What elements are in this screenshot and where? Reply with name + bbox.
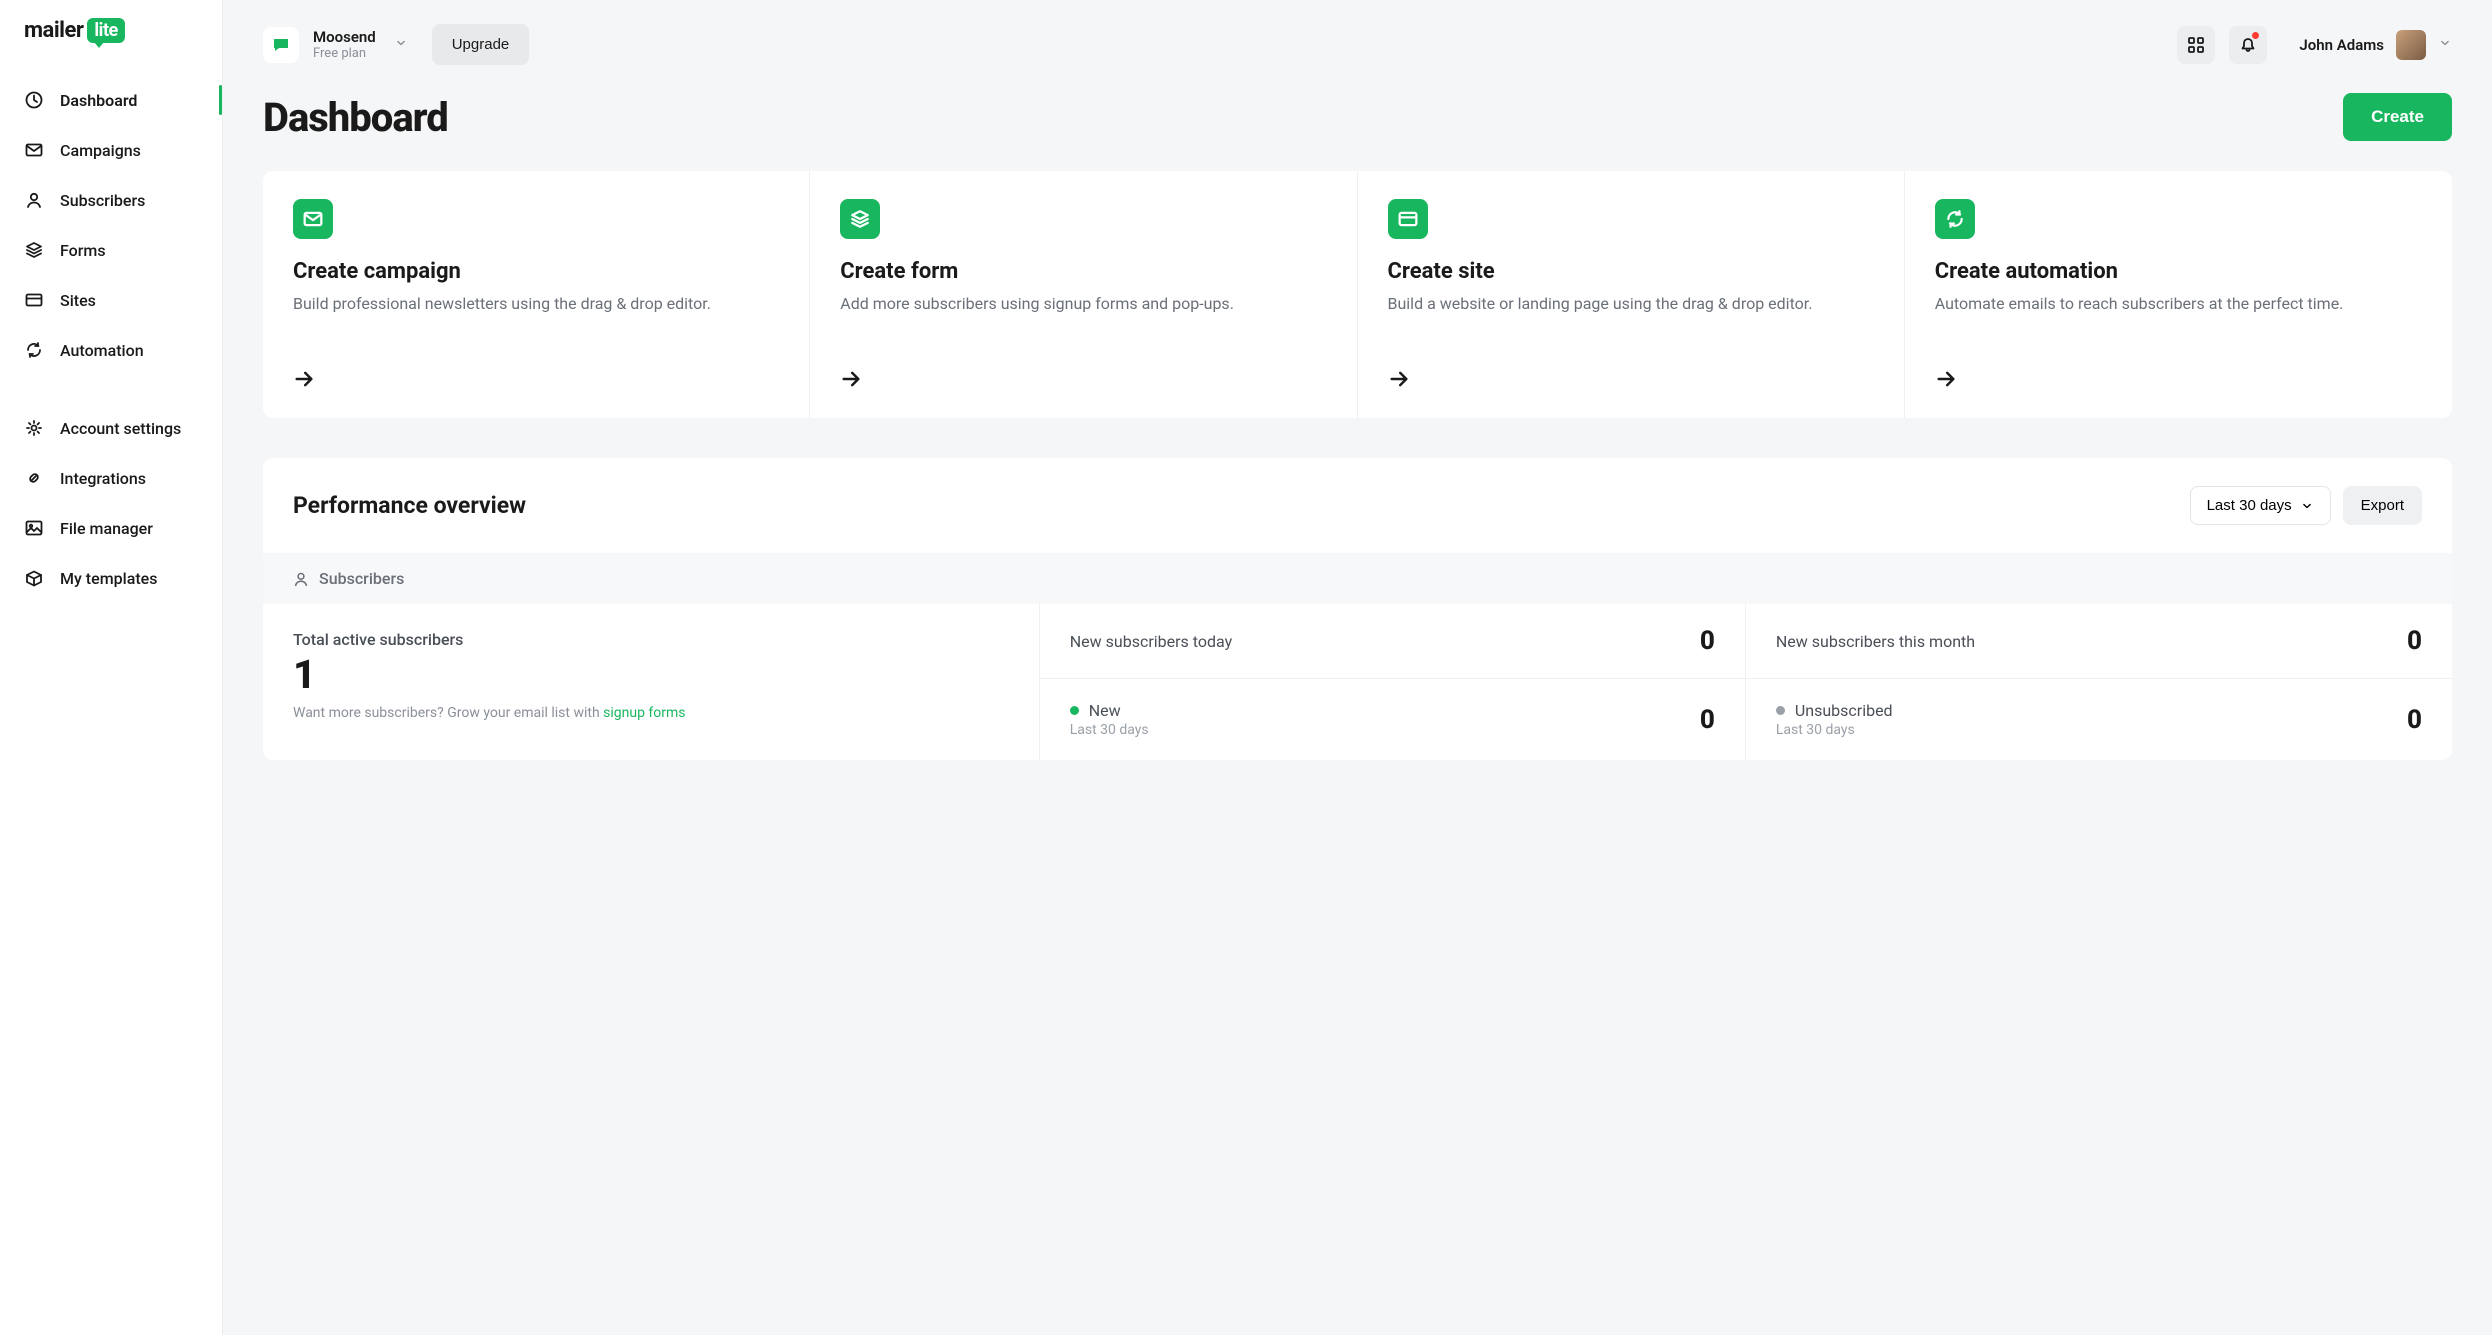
sidebar: mailerlite Dashboard Campaigns Subscribers… bbox=[0, 0, 223, 1335]
export-button[interactable]: Export bbox=[2343, 486, 2422, 525]
card-icon bbox=[24, 290, 44, 310]
card-create-campaign[interactable]: Create campaign Build professional newsle… bbox=[263, 171, 810, 418]
sidebar-item-label: Automation bbox=[60, 341, 144, 360]
stat-new: New Last 30 days 0 bbox=[1040, 679, 1746, 760]
dot-gray-icon bbox=[1776, 706, 1785, 715]
card-create-automation[interactable]: Create automation Automate emails to reac… bbox=[1905, 171, 2452, 418]
layers-icon bbox=[840, 199, 880, 239]
logo[interactable]: mailerlite bbox=[0, 18, 222, 75]
sidebar-item-label: Dashboard bbox=[60, 91, 137, 110]
signup-forms-link[interactable]: signup forms bbox=[603, 705, 685, 721]
image-icon bbox=[24, 518, 44, 538]
card-create-site[interactable]: Create site Build a website or landing pa… bbox=[1358, 171, 1905, 418]
user-icon bbox=[24, 190, 44, 210]
account-name: Moosend bbox=[313, 28, 376, 46]
layers-icon bbox=[24, 240, 44, 260]
upgrade-button[interactable]: Upgrade bbox=[432, 24, 530, 65]
card-title: Create site bbox=[1388, 259, 1874, 284]
performance-title: Performance overview bbox=[293, 492, 526, 519]
card-desc: Build professional newsletters using the… bbox=[293, 292, 779, 340]
arrow-right-icon bbox=[1935, 368, 2422, 394]
account-plan: Free plan bbox=[313, 46, 376, 62]
perf-section-label: Subscribers bbox=[319, 569, 404, 588]
card-title: Create automation bbox=[1935, 259, 2422, 284]
nav-primary: Dashboard Campaigns Subscribers Forms Sites A… bbox=[0, 75, 222, 375]
total-hint: Want more subscribers? Grow your email l… bbox=[293, 705, 1009, 721]
card-desc: Build a website or landing page using th… bbox=[1388, 292, 1874, 340]
create-button[interactable]: Create bbox=[2343, 93, 2452, 141]
account-switcher[interactable]: Moosend Free plan bbox=[313, 28, 376, 62]
apps-button[interactable] bbox=[2177, 26, 2215, 64]
sidebar-item-forms[interactable]: Forms bbox=[0, 225, 222, 275]
arrow-right-icon bbox=[293, 368, 779, 394]
logo-text: mailer bbox=[24, 18, 83, 43]
card-create-form[interactable]: Create form Add more subscribers using si… bbox=[810, 171, 1357, 418]
sidebar-item-my-templates[interactable]: My templates bbox=[0, 553, 222, 603]
date-range-selector[interactable]: Last 30 days bbox=[2190, 486, 2331, 525]
mail-icon bbox=[24, 140, 44, 160]
stat-unsubscribed: Unsubscribed Last 30 days 0 bbox=[1746, 679, 2452, 760]
chevron-down-icon[interactable] bbox=[394, 35, 408, 54]
sidebar-item-label: Account settings bbox=[60, 419, 181, 438]
arrow-right-icon bbox=[840, 368, 1326, 394]
link-icon bbox=[24, 468, 44, 488]
quick-actions: Create campaign Build professional newsle… bbox=[263, 171, 2452, 418]
sidebar-item-account-settings[interactable]: Account settings bbox=[0, 403, 222, 453]
sidebar-item-label: My templates bbox=[60, 569, 157, 588]
total-label: Total active subscribers bbox=[293, 630, 1009, 649]
performance-overview: Performance overview Last 30 days Export… bbox=[263, 458, 2452, 760]
main: Moosend Free plan Upgrade John Adams Das… bbox=[223, 0, 2492, 1335]
logo-suffix: lite bbox=[87, 18, 124, 43]
total-value: 1 bbox=[293, 655, 1009, 695]
sidebar-item-label: Subscribers bbox=[60, 191, 145, 210]
sidebar-item-file-manager[interactable]: File manager bbox=[0, 503, 222, 553]
user-menu[interactable]: John Adams bbox=[2299, 30, 2452, 60]
refresh-icon bbox=[24, 340, 44, 360]
sidebar-item-sites[interactable]: Sites bbox=[0, 275, 222, 325]
sidebar-item-automation[interactable]: Automation bbox=[0, 325, 222, 375]
sidebar-item-label: File manager bbox=[60, 519, 153, 538]
mail-icon bbox=[293, 199, 333, 239]
card-icon bbox=[1388, 199, 1428, 239]
page-title: Dashboard bbox=[263, 94, 448, 141]
card-title: Create form bbox=[840, 259, 1326, 284]
notification-dot bbox=[2252, 32, 2259, 39]
account-chip-icon[interactable] bbox=[263, 27, 299, 63]
sidebar-item-subscribers[interactable]: Subscribers bbox=[0, 175, 222, 225]
sidebar-item-campaigns[interactable]: Campaigns bbox=[0, 125, 222, 175]
clock-icon bbox=[24, 90, 44, 110]
perf-section-header: Subscribers bbox=[263, 553, 2452, 604]
chevron-down-icon bbox=[2438, 35, 2452, 54]
sidebar-item-dashboard[interactable]: Dashboard bbox=[0, 75, 222, 125]
sidebar-item-label: Campaigns bbox=[60, 141, 141, 160]
sidebar-item-integrations[interactable]: Integrations bbox=[0, 453, 222, 503]
card-desc: Automate emails to reach subscribers at … bbox=[1935, 292, 2422, 340]
stat-new-month: New subscribers this month 0 bbox=[1746, 604, 2452, 679]
nav-secondary: Account settings Integrations File manager… bbox=[0, 403, 222, 603]
date-range-label: Last 30 days bbox=[2207, 497, 2292, 514]
topbar: Moosend Free plan Upgrade John Adams bbox=[223, 0, 2492, 65]
user-name: John Adams bbox=[2299, 36, 2384, 54]
notifications-button[interactable] bbox=[2229, 26, 2267, 64]
gear-icon bbox=[24, 418, 44, 438]
refresh-icon bbox=[1935, 199, 1975, 239]
card-title: Create campaign bbox=[293, 259, 779, 284]
page-header: Dashboard Create bbox=[223, 65, 2492, 171]
stat-new-today: New subscribers today 0 bbox=[1040, 604, 1746, 679]
sidebar-item-label: Sites bbox=[60, 291, 96, 310]
avatar bbox=[2396, 30, 2426, 60]
sidebar-item-label: Integrations bbox=[60, 469, 146, 488]
stat-total-subscribers: Total active subscribers 1 Want more sub… bbox=[263, 604, 1040, 760]
card-desc: Add more subscribers using signup forms … bbox=[840, 292, 1326, 340]
sidebar-item-label: Forms bbox=[60, 241, 106, 260]
dot-green-icon bbox=[1070, 706, 1079, 715]
arrow-right-icon bbox=[1388, 368, 1874, 394]
box-icon bbox=[24, 568, 44, 588]
